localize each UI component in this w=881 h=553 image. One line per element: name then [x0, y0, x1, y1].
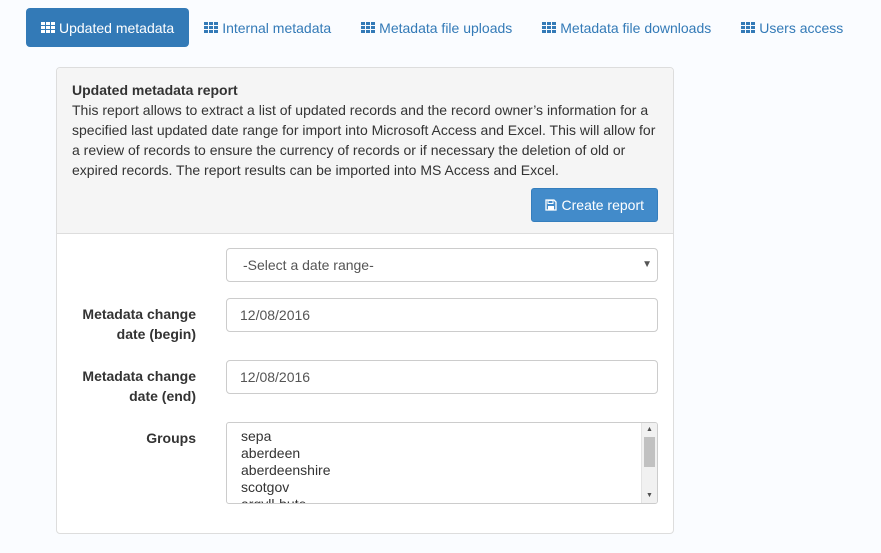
end-date-label: Metadata change date (end): [57, 366, 196, 406]
tab-metadata-file-downloads[interactable]: Metadata file downloads: [527, 8, 726, 47]
th-grid-icon: [741, 22, 756, 33]
scroll-down-arrow-icon[interactable]: ▼: [642, 490, 657, 502]
group-option[interactable]: scotgov: [241, 479, 657, 496]
description-line: This report allows to extract a list of …: [72, 102, 649, 118]
th-grid-icon: [361, 22, 376, 33]
description-line: expired records. The report results can …: [72, 162, 559, 178]
tab-users-access[interactable]: Users access: [726, 8, 858, 47]
report-title: Updated metadata report: [72, 82, 238, 98]
tab-metadata-file-uploads[interactable]: Metadata file uploads: [346, 8, 527, 47]
th-grid-icon: [41, 22, 55, 33]
caret-down-icon: ▼: [642, 259, 652, 270]
groups-scrollbar[interactable]: ▲ ▼: [641, 423, 657, 503]
groups-multiselect[interactable]: sepa aberdeen aberdeenshire scotgov argy…: [226, 422, 658, 504]
description-line: specified last updated date range for im…: [72, 122, 656, 138]
begin-date-input[interactable]: 12/08/2016: [226, 298, 658, 332]
scroll-thumb[interactable]: [644, 437, 655, 467]
scroll-up-arrow-icon[interactable]: ▲: [642, 424, 657, 436]
tab-internal-metadata[interactable]: Internal metadata: [189, 8, 346, 47]
tab-updated-metadata[interactable]: Updated metadata: [26, 8, 190, 47]
begin-date-value: 12/08/2016: [240, 307, 311, 323]
tab-label: Users access: [759, 19, 844, 36]
date-range-select[interactable]: -Select a date range- ▼: [226, 248, 658, 282]
end-date-value: 12/08/2016: [240, 369, 311, 385]
create-report-label: Create report: [561, 197, 644, 213]
label-line: date (begin): [116, 326, 196, 342]
date-range-value: -Select a date range-: [243, 257, 374, 273]
report-panel-heading: Updated metadata report This report allo…: [57, 68, 673, 234]
create-report-button[interactable]: Create report: [530, 188, 658, 222]
th-grid-icon: [204, 22, 219, 33]
group-option[interactable]: aberdeenshire: [241, 462, 657, 479]
groups-label: Groups: [146, 430, 196, 446]
begin-date-label: Metadata change date (begin): [57, 304, 196, 344]
group-option[interactable]: aberdeen: [241, 445, 657, 462]
label-line: Metadata change: [82, 368, 196, 384]
report-description: This report allows to extract a list of …: [72, 100, 658, 180]
group-option[interactable]: argyll-bute: [241, 496, 657, 503]
label-line: Metadata change: [82, 306, 196, 322]
end-date-input[interactable]: 12/08/2016: [226, 360, 658, 394]
report-panel: Updated metadata report This report allo…: [56, 67, 674, 534]
groups-options: sepa aberdeen aberdeenshire scotgov argy…: [227, 423, 657, 503]
tab-label: Updated metadata: [59, 19, 175, 36]
th-grid-icon: [542, 22, 557, 33]
floppy-disk-icon: [544, 199, 557, 211]
report-tabs: Updated metadata Internal metadata Metad…: [26, 8, 858, 47]
description-line: a review of records to ensure the curren…: [72, 142, 626, 158]
label-line: date (end): [129, 388, 196, 404]
tab-label: Metadata file downloads: [560, 19, 712, 36]
tab-label: Internal metadata: [222, 19, 332, 36]
group-option[interactable]: sepa: [241, 428, 657, 445]
tab-label: Metadata file uploads: [379, 19, 513, 36]
